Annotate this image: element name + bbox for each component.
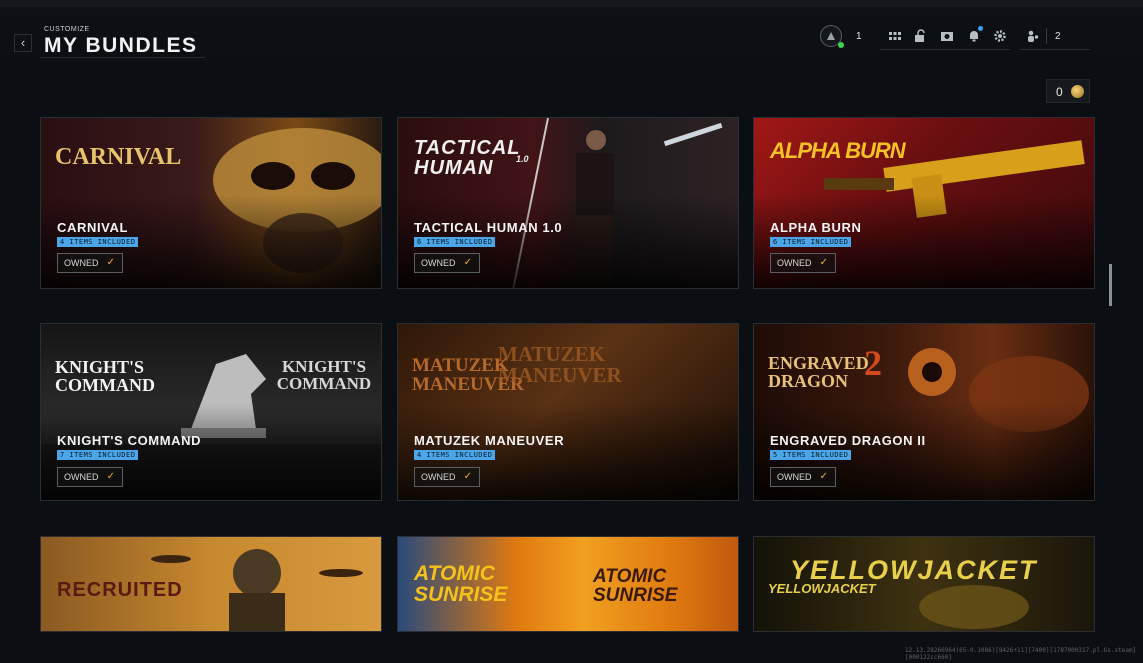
back-button[interactable]: ‹ bbox=[14, 34, 32, 52]
gear-icon[interactable] bbox=[993, 29, 1007, 43]
bundle-name: MATUZEK MANEUVER bbox=[414, 433, 565, 448]
bundle-logo-secondary: ATOMIC SUNRISE bbox=[593, 566, 678, 606]
bundle-name: KNIGHT'S COMMAND bbox=[57, 433, 202, 448]
title-divider bbox=[40, 57, 205, 58]
bundle-logo: RECRUITED bbox=[57, 579, 183, 601]
breadcrumb: CUSTOMIZE bbox=[44, 26, 90, 33]
bundle-card-knights-command[interactable]: KNIGHT'S COMMAND KNIGHT'S COMMAND KNIGHT… bbox=[40, 323, 382, 501]
bundle-logo-secondary: KNIGHT'S COMMAND bbox=[276, 357, 372, 393]
cod-points-balance[interactable]: 0 bbox=[1046, 79, 1090, 103]
check-icon: ✓ bbox=[463, 471, 472, 482]
window-top-strip bbox=[0, 0, 1143, 7]
items-included-badge: 4 ITEMS INCLUDED bbox=[57, 237, 139, 247]
scrollbar-thumb[interactable] bbox=[1109, 264, 1112, 306]
bundle-logo: KNIGHT'S COMMAND bbox=[55, 357, 155, 395]
bundle-name: CARNIVAL bbox=[57, 220, 128, 235]
bundle-logo-secondary: YELLOWJACKET bbox=[768, 581, 876, 596]
bundle-logo: ATOMIC SUNRISE bbox=[414, 562, 508, 606]
party-count: 2 bbox=[1055, 31, 1061, 42]
bundle-card-tactical-human[interactable]: TACTICAL HUMAN 1.0 TACTICAL HUMAN 1.0 6 … bbox=[397, 117, 739, 289]
items-included-badge: 5 ITEMS INCLUDED bbox=[770, 450, 852, 460]
bundle-card-matuzek-maneuver[interactable]: MATUZEK MANEUVER MATUZEK MANEUVER MATUZE… bbox=[397, 323, 739, 501]
owned-status: OWNED ✓ bbox=[414, 253, 480, 273]
bundle-card-yellowjacket[interactable]: YELLOWJACKET YELLOWJACKET bbox=[753, 536, 1095, 632]
hud-separator bbox=[1046, 28, 1047, 44]
bundle-card-carnival[interactable]: CARNIVAL CARNIVAL 4 ITEMS INCLUDED OWNED… bbox=[40, 117, 382, 289]
items-included-badge: 7 ITEMS INCLUDED bbox=[57, 450, 139, 460]
bundle-card-alpha-burn[interactable]: ALPHA BURN ALPHA BURN 6 ITEMS INCLUDED O… bbox=[753, 117, 1095, 289]
notification-dot bbox=[978, 26, 983, 31]
check-icon: ✓ bbox=[819, 257, 828, 268]
party-icon[interactable] bbox=[1026, 29, 1040, 43]
owned-status: OWNED ✓ bbox=[414, 467, 480, 487]
items-included-badge: 4 ITEMS INCLUDED bbox=[414, 450, 496, 460]
owned-label: OWNED bbox=[64, 472, 99, 482]
bundle-card-engraved-dragon[interactable]: ENGRAVED DRAGON 2 ENGRAVED DRAGON II 5 I… bbox=[753, 323, 1095, 501]
bell-icon[interactable] bbox=[967, 29, 981, 43]
player-level: 1 bbox=[856, 31, 862, 42]
bundle-name: ALPHA BURN bbox=[770, 220, 862, 235]
grid-icon[interactable] bbox=[888, 29, 902, 43]
owned-label: OWNED bbox=[777, 472, 812, 482]
bundle-logo: ALPHA BURN bbox=[770, 138, 906, 163]
owned-label: OWNED bbox=[421, 258, 456, 268]
owned-status: OWNED ✓ bbox=[770, 467, 836, 487]
bundle-card-atomic-sunrise[interactable]: ATOMIC SUNRISE ATOMIC SUNRISE bbox=[397, 536, 739, 632]
owned-status: OWNED ✓ bbox=[57, 467, 123, 487]
bundle-card-recruited[interactable]: RECRUITED bbox=[40, 536, 382, 632]
bundle-logo-version: 1.0 bbox=[516, 154, 529, 164]
check-icon: ✓ bbox=[106, 471, 115, 482]
check-icon: ✓ bbox=[106, 257, 115, 268]
bundle-name: ENGRAVED DRAGON II bbox=[770, 433, 926, 448]
cod-points-value: 0 bbox=[1056, 85, 1063, 99]
back-arrow-icon: ‹ bbox=[20, 35, 26, 50]
owned-status: OWNED ✓ bbox=[770, 253, 836, 273]
items-included-badge: 6 ITEMS INCLUDED bbox=[770, 237, 852, 247]
check-icon: ✓ bbox=[463, 257, 472, 268]
camera-icon[interactable] bbox=[940, 29, 954, 43]
owned-label: OWNED bbox=[777, 258, 812, 268]
check-icon: ✓ bbox=[819, 471, 828, 482]
bundle-logo-version: 2 bbox=[864, 343, 882, 383]
lock-icon[interactable] bbox=[913, 29, 927, 43]
bundle-logo-secondary: MATUZEK MANEUVER bbox=[498, 342, 622, 387]
page-title: MY BUNDLES bbox=[44, 34, 198, 57]
owned-label: OWNED bbox=[64, 258, 99, 268]
cod-points-icon bbox=[1071, 85, 1084, 98]
build-version-text: 12.13.28266964(65-0.1086)[8426+11][7400]… bbox=[905, 647, 1137, 661]
bundle-logo: CARNIVAL bbox=[55, 144, 182, 170]
owned-label: OWNED bbox=[421, 472, 456, 482]
online-status-dot bbox=[838, 42, 844, 48]
items-included-badge: 6 ITEMS INCLUDED bbox=[414, 237, 496, 247]
bundle-name: TACTICAL HUMAN 1.0 bbox=[414, 220, 563, 235]
owned-status: OWNED ✓ bbox=[57, 253, 123, 273]
